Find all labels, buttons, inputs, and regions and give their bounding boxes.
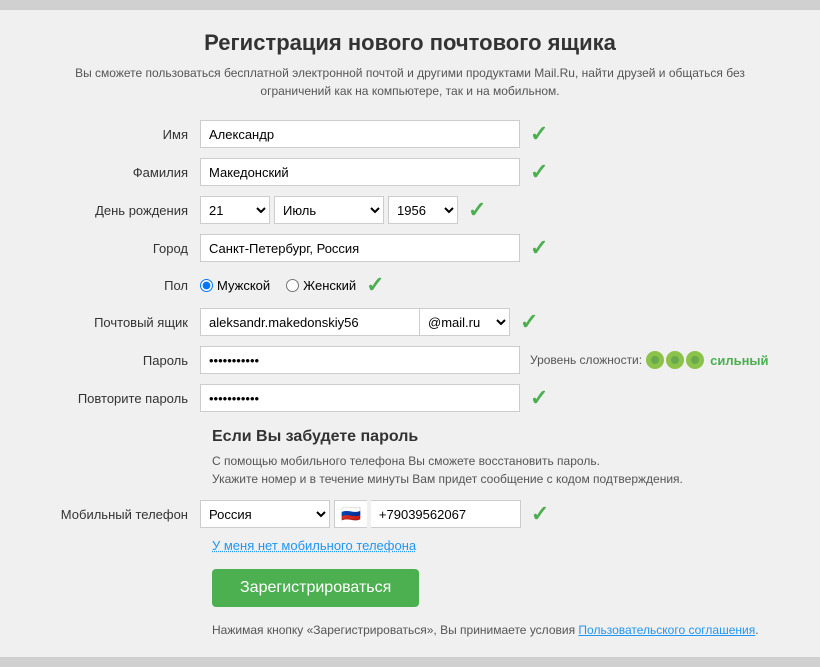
register-button[interactable]: Зарегистрироваться (212, 569, 419, 607)
password-strength: Уровень сложности: сильный (530, 351, 769, 369)
gender-female-radio[interactable] (286, 279, 299, 292)
confirm-password-row: Повторите пароль ✓ (40, 384, 780, 412)
strength-label-text: Уровень сложности: (530, 353, 642, 367)
last-name-check: ✓ (530, 159, 548, 185)
email-label: Почтовый ящик (40, 315, 200, 330)
user-agreement-link[interactable]: Пользовательского соглашения (578, 623, 755, 637)
dob-year-select[interactable]: 1956 (388, 196, 458, 224)
dob-label: День рождения (40, 203, 200, 218)
strength-icon-1 (646, 351, 664, 369)
password-row: Пароль Уровень сложности: сильный (40, 346, 780, 374)
gender-male-radio[interactable] (200, 279, 213, 292)
email-row: Почтовый ящик @mail.ru @inbox.ru @list.r… (40, 308, 780, 336)
first-name-input[interactable] (200, 120, 520, 148)
city-check: ✓ (530, 235, 548, 261)
email-domain-select[interactable]: @mail.ru @inbox.ru @list.ru @bk.ru (420, 308, 510, 336)
last-name-row: Фамилия ✓ (40, 158, 780, 186)
strength-value: сильный (710, 353, 768, 368)
strength-icon-3 (686, 351, 704, 369)
email-check: ✓ (520, 309, 538, 335)
russia-flag-icon: 🇷🇺 (341, 504, 361, 524)
dob-month-select[interactable]: Июль (274, 196, 384, 224)
strength-icon-2 (666, 351, 684, 369)
phone-label: Мобильный телефон (40, 507, 200, 522)
dob-check: ✓ (468, 197, 486, 223)
recovery-title: Если Вы забудете пароль (212, 428, 780, 446)
city-row: Город ✓ (40, 234, 780, 262)
confirm-password-check: ✓ (530, 385, 548, 411)
city-label: Город (40, 241, 200, 256)
phone-flag: 🇷🇺 (334, 500, 367, 528)
password-label: Пароль (40, 353, 200, 368)
city-input[interactable] (200, 234, 520, 262)
last-name-label: Фамилия (40, 165, 200, 180)
gender-male-option[interactable]: Мужской (200, 278, 270, 293)
phone-row: Мобильный телефон Россия 🇷🇺 ✓ (40, 500, 780, 528)
phone-country-select[interactable]: Россия (200, 500, 330, 528)
footer-text: Нажимая кнопку «Зарегистрироваться», Вы … (212, 623, 780, 637)
first-name-row: Имя ✓ (40, 120, 780, 148)
page-description: Вы сможете пользоваться бесплатной элект… (40, 64, 780, 100)
phone-check: ✓ (531, 501, 549, 527)
strength-icons (646, 351, 704, 369)
last-name-input[interactable] (200, 158, 520, 186)
dob-row: День рождения 21 Июль 1956 ✓ (40, 196, 780, 224)
email-input[interactable] (200, 308, 420, 336)
page-title: Регистрация нового почтового ящика (40, 30, 780, 56)
recovery-desc: С помощью мобильного телефона Вы сможете… (212, 452, 780, 488)
gender-check: ✓ (366, 272, 384, 298)
gender-row: Пол Мужской Женский ✓ (40, 272, 780, 298)
gender-female-option[interactable]: Женский (286, 278, 356, 293)
no-phone-link[interactable]: У меня нет мобильного телефона (212, 538, 780, 553)
dob-day-select[interactable]: 21 (200, 196, 270, 224)
gender-female-label: Женский (303, 278, 356, 293)
confirm-password-input[interactable] (200, 384, 520, 412)
gender-male-label: Мужской (217, 278, 270, 293)
first-name-check: ✓ (530, 121, 548, 147)
gender-label: Пол (40, 278, 200, 293)
first-name-label: Имя (40, 127, 200, 142)
password-input[interactable] (200, 346, 520, 374)
phone-number-input[interactable] (371, 500, 521, 528)
confirm-password-label: Повторите пароль (40, 391, 200, 406)
